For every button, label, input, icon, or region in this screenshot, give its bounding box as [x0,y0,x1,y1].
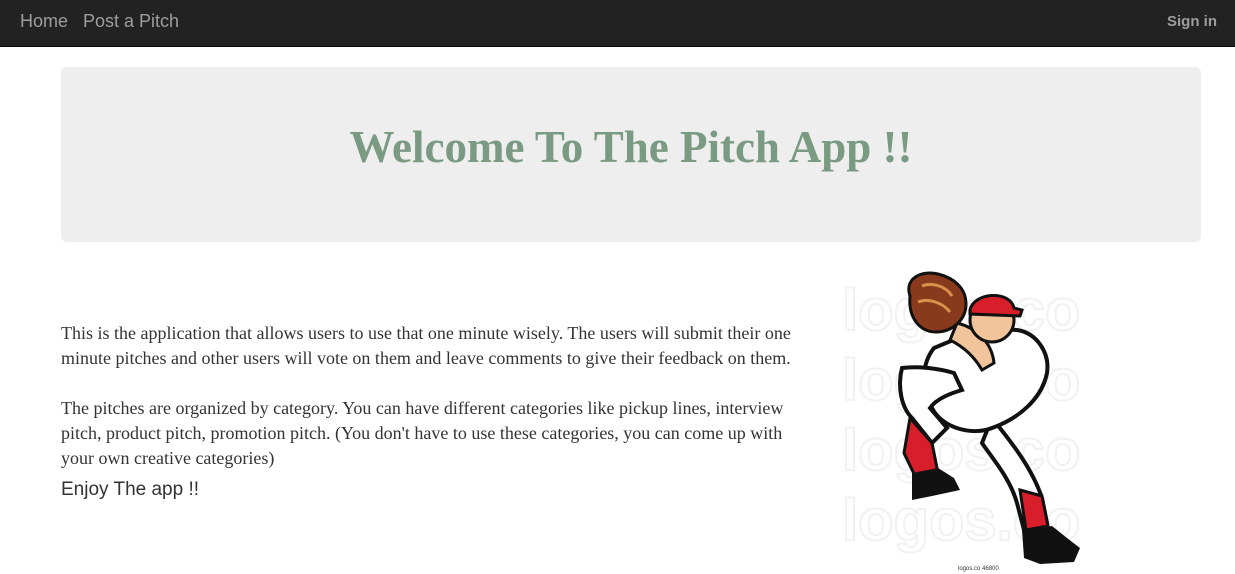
intro-text: This is the application that allows user… [61,321,801,471]
intro-paragraph-1: This is the application that allows user… [61,323,791,368]
baseball-pitcher-illustration: logos.co logos.co logos.co logos.co logo… [842,271,1081,572]
sign-in-link[interactable]: Sign in [1167,0,1217,43]
welcome-banner: Welcome To The Pitch App !! [61,67,1201,242]
page-title: Welcome To The Pitch App !! [349,122,913,172]
nav-home-link[interactable]: Home [20,0,68,43]
top-navbar: Home Post a Pitch Sign in [0,0,1235,47]
enjoy-text: Enjoy The app !! [61,479,200,500]
intro-paragraph-2: The pitches are organized by category. Y… [61,398,784,468]
nav-post-pitch-link[interactable]: Post a Pitch [83,0,179,43]
illustration-caption: logos.co 46800 [958,566,999,572]
